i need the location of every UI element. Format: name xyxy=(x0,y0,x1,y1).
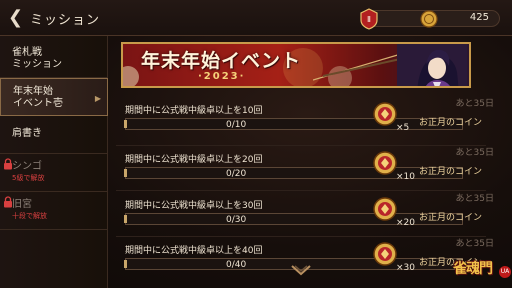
gold-coin-icon xyxy=(420,10,438,28)
selected-indicator-icon: ▶ xyxy=(94,94,101,103)
reward-name: お正月のコイン xyxy=(419,213,483,223)
newyear-coin-icon xyxy=(373,197,397,221)
logo-text: 雀魂門 xyxy=(453,261,493,277)
sidebar-item-label: 旧宮 xyxy=(12,199,32,210)
sidebar-item-label: シンゴ xyxy=(12,161,42,172)
banner-title: 年末年始イベント xyxy=(141,50,302,72)
red-crest-icon: Ⅱ xyxy=(360,8,378,30)
sidebar-item-label: 年末年始 イベント壱 xyxy=(13,86,63,109)
sidebar-item-locked-2[interactable]: 旧宮 十段で解放 xyxy=(0,192,108,230)
event-banner: 年末年始イベント ·2023· xyxy=(121,42,471,88)
sidebar-item-newyear-event[interactable]: 年末年始 イベント壱 ▶ xyxy=(0,78,108,116)
progress-knob xyxy=(124,120,127,128)
page-title: ミッション xyxy=(30,13,101,28)
coin-count: 425 xyxy=(469,12,489,23)
reward-name: お正月のコイン xyxy=(419,118,483,128)
progress-knob xyxy=(124,260,127,268)
time-remaining: あと35日 xyxy=(455,148,494,158)
mission-row[interactable]: 期間中に公式戦中級卓以上を10回 0/10 あと35日 ×5 お正月のコイン xyxy=(116,98,496,150)
character-portrait xyxy=(397,44,467,86)
mission-goal: 期間中に公式戦中級卓以上を10回 xyxy=(125,106,263,116)
sidebar-item-locked-1[interactable]: シンゴ 5級で解放 xyxy=(0,154,108,192)
reward-quantity: ×30 xyxy=(396,263,415,273)
mission-goal: 期間中に公式戦中級卓以上を20回 xyxy=(125,155,263,165)
row-divider xyxy=(116,190,486,191)
progress-text: 0/40 xyxy=(226,260,247,270)
newyear-coin-icon xyxy=(373,102,397,126)
time-remaining: あと35日 xyxy=(455,99,494,109)
mission-row[interactable]: 期間中に公式戦中級卓以上を40回 0/40 あと35日 ×30 お正月のコイン xyxy=(116,238,496,288)
sidebar-item-label: 雀札戦 ミッション xyxy=(12,47,62,70)
unlock-condition: 5級で解放 xyxy=(12,174,45,182)
progress-bar xyxy=(124,118,463,130)
unlock-condition: 十段で解放 xyxy=(12,212,47,220)
back-chevron-icon[interactable]: ❮ xyxy=(8,9,28,29)
banner-year: ·2023· xyxy=(198,71,246,82)
mission-category-sidebar: 雀札戦 ミッション 年末年始 イベント壱 ▶ 肩書き シンゴ 5級で解放 旧宮 … xyxy=(0,36,108,288)
sidebar-item-janfuda-mission[interactable]: 雀札戦 ミッション xyxy=(0,40,108,78)
progress-knob xyxy=(124,169,127,177)
row-divider xyxy=(116,236,486,237)
mission-row[interactable]: 期間中に公式戦中級卓以上を20回 0/20 あと35日 ×10 お正月のコイン xyxy=(116,147,496,199)
sidebar-item-label: 肩書き xyxy=(12,128,42,139)
scroll-down-chevron-icon[interactable] xyxy=(290,264,312,278)
logo-badge: UA xyxy=(499,266,511,278)
svg-text:Ⅱ: Ⅱ xyxy=(367,15,371,24)
reward-name: お正月のコイン xyxy=(419,167,483,177)
progress-text: 0/10 xyxy=(226,120,247,130)
progress-text: 0/30 xyxy=(226,215,247,225)
reward-quantity: ×20 xyxy=(396,218,415,228)
newyear-coin-icon xyxy=(373,151,397,175)
time-remaining: あと35日 xyxy=(455,194,494,204)
time-remaining: あと35日 xyxy=(455,239,494,249)
top-bar: ❮ ミッション Ⅱ 960 425 xyxy=(0,0,512,36)
mission-goal: 期間中に公式戦中級卓以上を30回 xyxy=(125,201,263,211)
currency-coin[interactable]: 425 xyxy=(420,10,500,28)
progress-knob xyxy=(124,215,127,223)
game-logo: 雀魂門 UA xyxy=(453,252,511,286)
reward-quantity: ×10 xyxy=(396,172,415,182)
mission-goal: 期間中に公式戦中級卓以上を40回 xyxy=(125,246,263,256)
progress-text: 0/20 xyxy=(226,169,247,179)
reward-quantity: ×5 xyxy=(396,123,410,133)
decor-flower xyxy=(123,66,139,86)
row-divider xyxy=(116,145,486,146)
sidebar-item-titles[interactable]: 肩書き xyxy=(0,116,108,154)
decor-kite-string xyxy=(313,53,403,81)
newyear-coin-icon xyxy=(373,242,397,266)
